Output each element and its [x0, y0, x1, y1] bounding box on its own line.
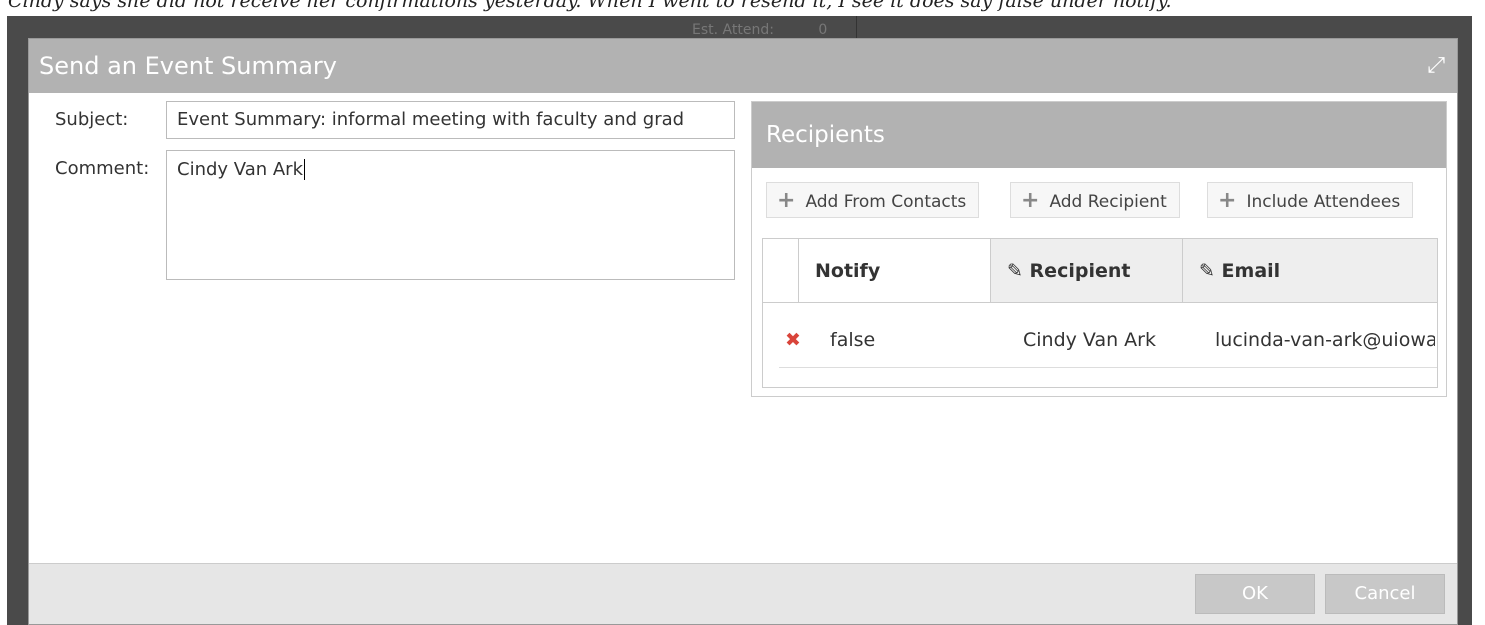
column-header-recipient[interactable]: ✎ Recipient [991, 239, 1183, 303]
notify-cell[interactable]: false [830, 329, 875, 351]
background-field-label: Est. Attend: [692, 22, 774, 38]
recipients-panel: Recipients + Add From Contacts + Add Recip… [751, 101, 1447, 397]
expand-icon[interactable]: ⤢ [1427, 39, 1445, 93]
add-from-contacts-button[interactable]: + Add From Contacts [766, 182, 980, 218]
dialog-titlebar: Send an Event Summary ⤢ [29, 39, 1457, 93]
plus-icon: + [1218, 188, 1237, 213]
column-header-notify[interactable]: Notify [799, 239, 991, 303]
note-text: Cindy says she did not receive her confi… [8, 0, 1172, 12]
recipient-cell[interactable]: Cindy Van Ark [1023, 329, 1156, 351]
delete-icon[interactable]: ✖ [785, 329, 801, 351]
recipients-title: Recipients [752, 102, 1446, 168]
event-summary-dialog: Send an Event Summary ⤢ Subject: Event S… [28, 38, 1458, 625]
comment-label: Comment: [55, 158, 150, 179]
cancel-button[interactable]: Cancel [1325, 574, 1445, 614]
plus-icon: + [1021, 188, 1040, 213]
include-attendees-button[interactable]: + Include Attendees [1207, 182, 1414, 218]
dialog-title: Send an Event Summary [39, 52, 337, 80]
recipients-grid: Notify ✎ Recipient ✎ Email ✖ false Cindy… [762, 238, 1438, 388]
column-header-select [763, 239, 799, 303]
edit-icon: ✎ [1007, 260, 1030, 282]
background-field-value: 0 [818, 22, 828, 38]
comment-text: Cindy Van Ark [177, 159, 303, 180]
comment-textarea[interactable]: Cindy Van Ark [166, 150, 735, 280]
dialog-footer: OK Cancel [29, 563, 1457, 624]
column-header-email[interactable]: ✎ Email [1183, 239, 1437, 303]
edit-icon: ✎ [1199, 260, 1222, 282]
email-cell[interactable]: lucinda-van-ark@uiowa [1215, 329, 1435, 351]
subject-label: Subject: [55, 109, 129, 130]
plus-icon: + [777, 188, 796, 213]
subject-input[interactable]: Event Summary: informal meeting with fac… [166, 101, 735, 139]
add-recipient-button[interactable]: + Add Recipient [1010, 182, 1180, 218]
ok-button[interactable]: OK [1195, 574, 1315, 614]
